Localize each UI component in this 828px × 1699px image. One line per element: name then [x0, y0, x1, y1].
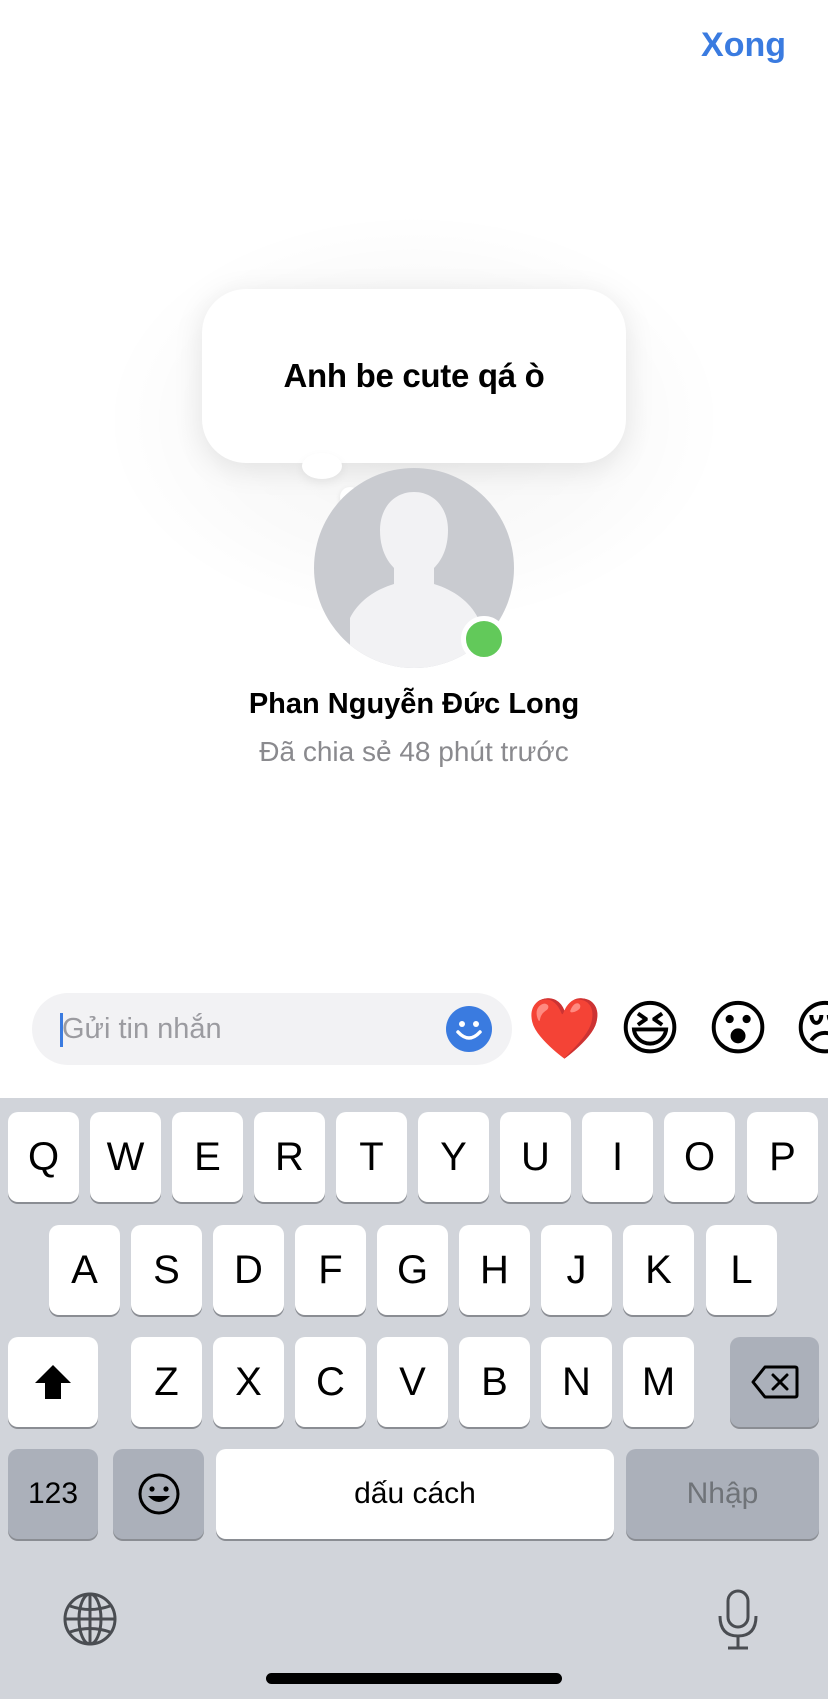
key-a[interactable]: A [49, 1225, 120, 1315]
note-bubble[interactable]: Anh be cute qá ò [202, 289, 626, 463]
key-w[interactable]: W [90, 1112, 161, 1202]
key-n[interactable]: N [541, 1337, 612, 1427]
key-m[interactable]: M [623, 1337, 694, 1427]
reply-row: Gửi tin nhắn ❤️ 😆 😮 😢 [0, 990, 828, 1070]
user-name: Phan Nguyễn Đức Long [248, 688, 580, 720]
online-status-dot [461, 616, 507, 662]
keyboard: Q W E R T Y U I O P A S D F G H J K L Z … [0, 1098, 828, 1699]
key-y[interactable]: Y [418, 1112, 489, 1202]
key-i[interactable]: I [582, 1112, 653, 1202]
home-indicator [266, 1673, 562, 1684]
microphone-icon[interactable] [716, 1588, 760, 1652]
key-c[interactable]: C [295, 1337, 366, 1427]
key-r[interactable]: R [254, 1112, 325, 1202]
key-f[interactable]: F [295, 1225, 366, 1315]
key-g[interactable]: G [377, 1225, 448, 1315]
backspace-key[interactable] [730, 1337, 819, 1427]
done-button[interactable]: Xong [701, 26, 786, 65]
note-text: Anh be cute qá ò [283, 357, 545, 394]
key-e[interactable]: E [172, 1112, 243, 1202]
key-q[interactable]: Q [8, 1112, 79, 1202]
key-t[interactable]: T [336, 1112, 407, 1202]
shared-time: Đã chia sẻ 48 phút trước [259, 736, 569, 767]
key-p[interactable]: P [747, 1112, 818, 1202]
reaction-laughing[interactable]: 😆 [615, 990, 685, 1068]
message-placeholder: Gửi tin nhắn [62, 1013, 222, 1045]
emoji-face-icon [138, 1473, 179, 1515]
numbers-key[interactable]: 123 [8, 1449, 98, 1539]
key-z[interactable]: Z [131, 1337, 202, 1427]
emoji-keyboard-key[interactable] [113, 1449, 204, 1539]
key-x[interactable]: X [213, 1337, 284, 1427]
reaction-crying[interactable]: 😢 [790, 990, 828, 1068]
key-l[interactable]: L [706, 1225, 777, 1315]
key-u[interactable]: U [500, 1112, 571, 1202]
enter-key[interactable]: Nhập [626, 1449, 819, 1539]
text-caret [60, 1013, 63, 1047]
reaction-surprised[interactable]: 😮 [703, 990, 773, 1068]
backspace-icon [751, 1365, 798, 1399]
key-k[interactable]: K [623, 1225, 694, 1315]
shift-key[interactable] [8, 1337, 98, 1427]
space-key[interactable]: dấu cách [216, 1449, 614, 1539]
key-j[interactable]: J [541, 1225, 612, 1315]
key-v[interactable]: V [377, 1337, 448, 1427]
key-s[interactable]: S [131, 1225, 202, 1315]
key-o[interactable]: O [664, 1112, 735, 1202]
shift-arrow-icon [35, 1365, 71, 1399]
emoji-picker-button[interactable] [446, 1006, 492, 1052]
key-b[interactable]: B [459, 1337, 530, 1427]
key-h[interactable]: H [459, 1225, 530, 1315]
globe-icon[interactable] [62, 1591, 118, 1647]
message-input[interactable]: Gửi tin nhắn [32, 993, 512, 1065]
smiley-icon [456, 1021, 482, 1040]
reaction-heart[interactable]: ❤️ [527, 990, 602, 1068]
key-d[interactable]: D [213, 1225, 284, 1315]
